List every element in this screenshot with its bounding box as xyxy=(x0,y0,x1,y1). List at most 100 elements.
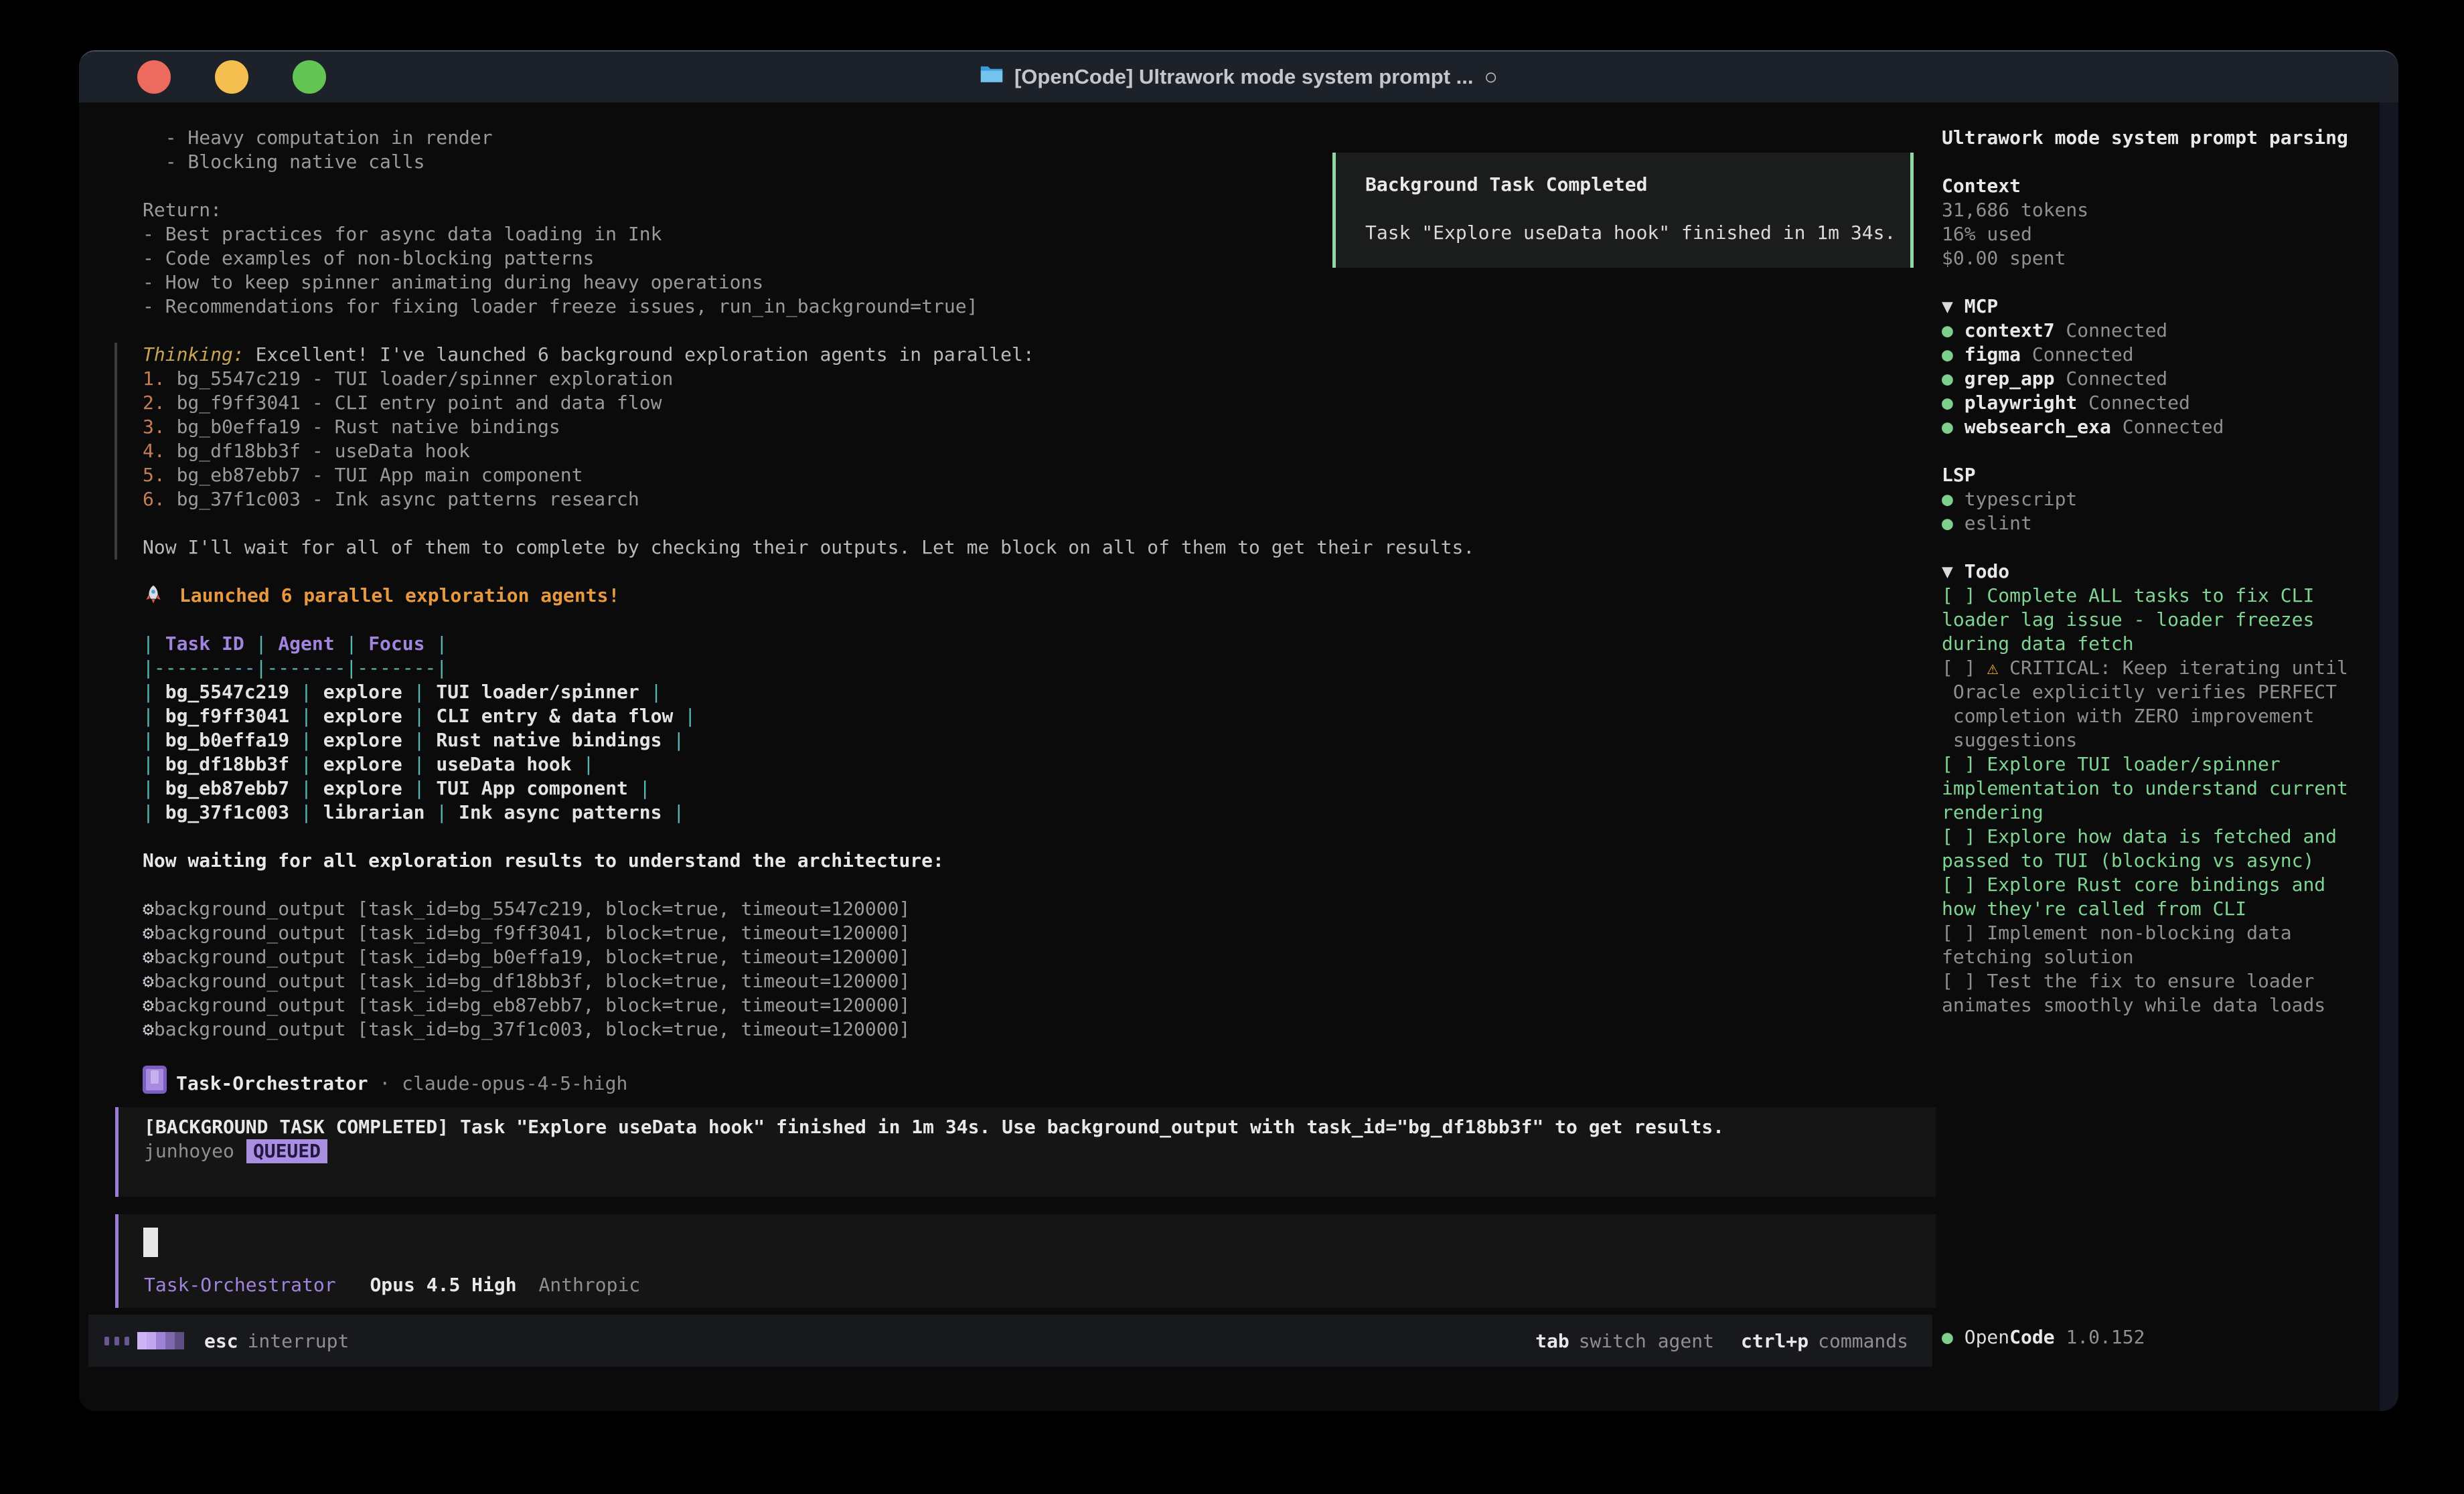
text-segment: · xyxy=(368,1072,402,1094)
terminal-line: [ ] Explore TUI loader/spinner implement… xyxy=(1942,752,2384,825)
provider-name: Anthropic xyxy=(538,1274,640,1296)
text-segment: Task-Orchestrator xyxy=(176,1072,368,1094)
terminal-line: [ ] Test the fix to ensure loader animat… xyxy=(1942,969,2384,1017)
gear-icon: ⚙ xyxy=(143,922,154,944)
sidebar: Ultrawork mode system prompt parsing Con… xyxy=(1942,126,2384,1017)
terminal-line: | Task ID | Agent | Focus | xyxy=(143,632,1910,656)
terminal-line: ● typescript xyxy=(1942,487,2384,511)
text-segment: bg_eb87ebb7 - TUI App main component xyxy=(177,464,583,486)
terminal-line xyxy=(1942,150,2384,174)
text-segment: Launched 6 parallel exploration agents! xyxy=(168,584,619,606)
text-segment: | xyxy=(425,633,447,655)
terminal-line: Task-Orchestrator · claude-opus-4-5-high xyxy=(143,1066,1910,1096)
text-segment: LSP xyxy=(1942,464,1976,486)
text-segment: background_output [task_id=bg_df18bb3f, … xyxy=(154,970,910,992)
notification-title: Background Task Completed xyxy=(1365,173,1647,197)
terminal-line: | bg_df18bb3f | explore | useData hook | xyxy=(143,752,1910,776)
text-segment: | xyxy=(335,633,369,655)
text-segment: bg_eb87ebb7 xyxy=(165,777,289,799)
text-segment: Connected xyxy=(2055,367,2168,390)
terminal-output-bottom: Launched 6 parallel exploration agents! … xyxy=(143,560,1910,1096)
terminal-line: Launched 6 parallel exploration agents! xyxy=(143,584,1910,608)
terminal-line: 1. bg_5547c219 - TUI loader/spinner expl… xyxy=(143,367,1910,391)
terminal-line xyxy=(143,1042,1910,1066)
terminal-line: 3. bg_b0effa19 - Rust native bindings xyxy=(143,415,1910,439)
rocket-icon xyxy=(143,584,168,606)
gear-icon: ⚙ xyxy=(143,1018,154,1040)
text-segment: | xyxy=(662,729,684,751)
text-segment: [ ] Explore Rust core bindings and how t… xyxy=(1942,874,2325,920)
text-segment: explore xyxy=(323,777,402,799)
text-segment: explore xyxy=(323,705,402,727)
tab-key-label: switch agent xyxy=(1579,1330,1714,1352)
model-name[interactable]: Opus 4.5 High xyxy=(370,1274,516,1296)
text-segment: Now waiting for all exploration results … xyxy=(143,849,944,872)
text-segment: Task ID xyxy=(165,633,244,655)
text-segment: Agent xyxy=(278,633,334,655)
text-segment: Context xyxy=(1942,175,2021,197)
text-segment: Excellent! I've launched 6 background ex… xyxy=(244,343,1034,365)
terminal-line: Ultrawork mode system prompt parsing xyxy=(1942,126,2384,150)
text-segment: | xyxy=(572,753,595,775)
terminal-line: | bg_eb87ebb7 | explore | TUI App compon… xyxy=(143,776,1910,801)
text-segment: [ ] Test the fix to ensure loader animat… xyxy=(1942,970,2325,1016)
text-segment: | xyxy=(289,681,323,703)
agent-model-row: Task-Orchestrator Opus 4.5 High Anthropi… xyxy=(144,1273,640,1297)
terminal-line: 16% used xyxy=(1942,222,2384,246)
agent-name[interactable]: Task-Orchestrator xyxy=(144,1274,336,1296)
prompt-input[interactable]: Task-Orchestrator Opus 4.5 High Anthropi… xyxy=(115,1214,1936,1308)
text-segment: Rust native bindings xyxy=(436,729,662,751)
text-segment: | xyxy=(639,681,662,703)
text-segment: [ ] Implement non-blocking data fetching… xyxy=(1942,922,2292,968)
status-bar-right: tab switch agent ctrl+p commands xyxy=(1535,1330,1908,1352)
app-window: [OpenCode] Ultrawork mode system prompt … xyxy=(79,50,2398,1411)
text-segment: | xyxy=(662,801,684,823)
text-segment: Todo xyxy=(1965,560,2009,582)
text-segment: | xyxy=(143,681,165,703)
text-segment: [ ] xyxy=(1942,657,1987,679)
online-status-dot: ● xyxy=(1942,1326,1965,1348)
status-bar: esc interrupt tab switch agent ctrl+p co… xyxy=(88,1315,1932,1367)
esc-key-hint: esc xyxy=(204,1330,238,1352)
text-segment: 16% used xyxy=(1942,223,2032,245)
text-segment: Connected xyxy=(2021,343,2134,365)
terminal-line: [ ] Complete ALL tasks to fix CLI loader… xyxy=(1942,584,2384,656)
terminal-line: - Recommendations for fixing loader free… xyxy=(143,295,1897,319)
text-segment: background_output [task_id=bg_b0effa19, … xyxy=(154,946,910,968)
spinner-dots-icon xyxy=(104,1337,129,1345)
text-segment: librarian xyxy=(323,801,425,823)
text-segment: Connected xyxy=(2111,416,2224,438)
text-segment: background_output [task_id=bg_5547c219, … xyxy=(154,898,910,920)
terminal-line: 2. bg_f9ff3041 - CLI entry point and dat… xyxy=(143,391,1910,415)
text-segment: | xyxy=(143,633,165,655)
text-segment: - Heavy computation in render xyxy=(143,127,493,149)
terminal-line: | bg_5547c219 | explore | TUI loader/spi… xyxy=(143,680,1910,704)
terminal-line: - Heavy computation in render xyxy=(143,126,1897,150)
gear-icon: ⚙ xyxy=(143,946,154,968)
agent-icon xyxy=(143,1066,167,1094)
text-segment: - Code examples of non-blocking patterns xyxy=(143,247,594,269)
text-segment: bg_f9ff3041 xyxy=(165,705,289,727)
text-segment: Thinking: xyxy=(143,343,244,365)
text-segment: bg_37f1c003 xyxy=(165,801,289,823)
terminal-line: ● figma Connected xyxy=(1942,343,2384,367)
terminal-line: | bg_37f1c003 | librarian | Ink async pa… xyxy=(143,801,1910,825)
text-segment: 2. xyxy=(143,392,177,414)
text-segment: bg_df18bb3f xyxy=(165,753,289,775)
text-segment: TUI App component xyxy=(436,777,628,799)
text-segment: | xyxy=(628,777,651,799)
text-segment: Ink async patterns xyxy=(459,801,662,823)
text-segment: CLI entry & data flow xyxy=(436,705,673,727)
titlebar: [OpenCode] Ultrawork mode system prompt … xyxy=(79,52,2398,102)
text-segment: | xyxy=(402,729,437,751)
brand-name-regular: Open xyxy=(1965,1326,2009,1348)
text-segment: | xyxy=(289,729,323,751)
text-segment: useData hook xyxy=(436,753,571,775)
notification-toast[interactable]: Background Task Completed Task "Explore … xyxy=(1332,153,1914,268)
text-segment: 4. xyxy=(143,440,177,462)
text-segment: eslint xyxy=(1965,512,2032,534)
terminal-line: [ ] Explore how data is fetched and pass… xyxy=(1942,825,2384,873)
terminal-line: ⚙background_output [task_id=bg_eb87ebb7,… xyxy=(143,993,1910,1017)
terminal-line xyxy=(143,511,1910,535)
text-segment: | xyxy=(143,777,165,799)
